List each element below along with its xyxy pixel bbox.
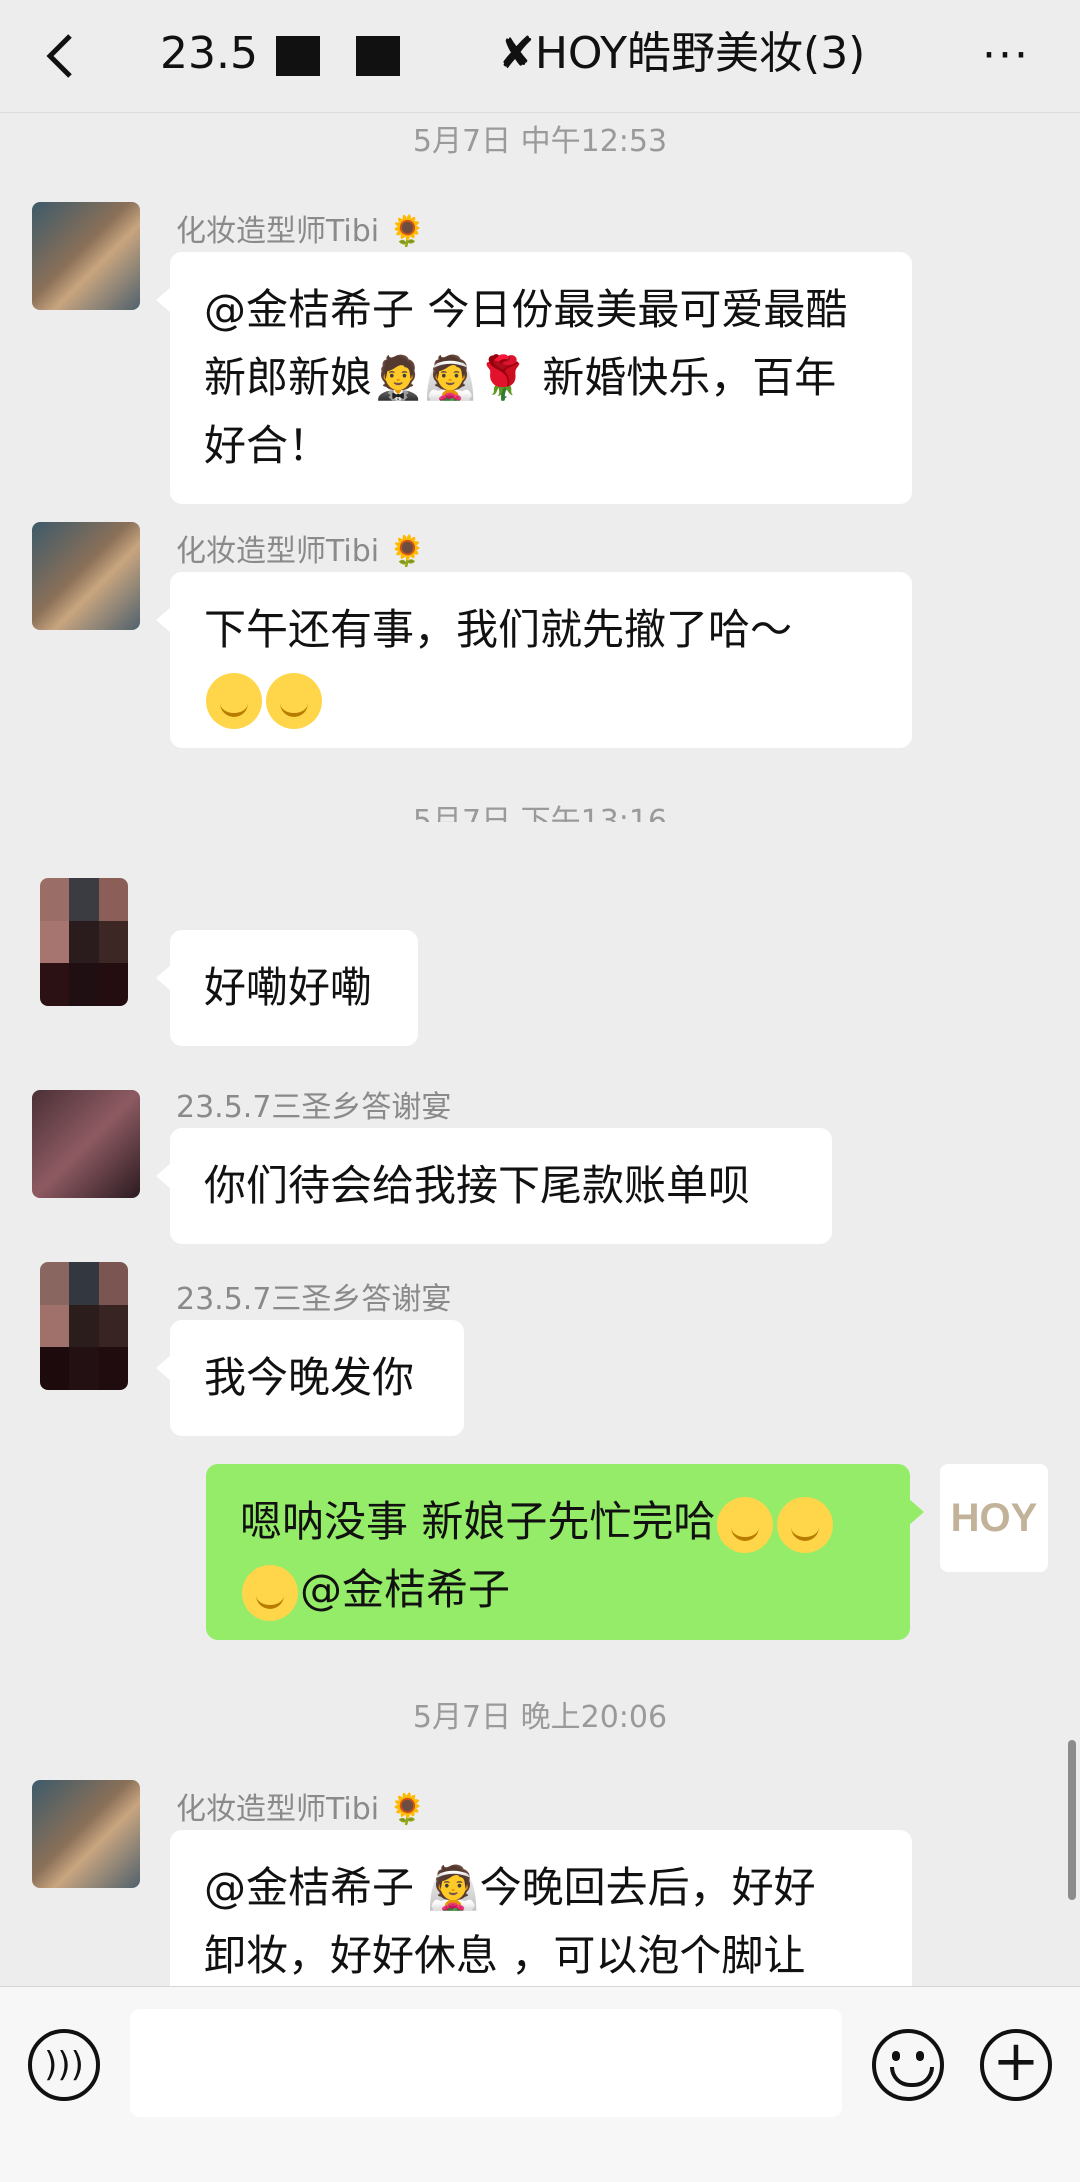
sender-name: 化妆造型师Tibi 🌻 (176, 534, 427, 569)
avatar-pixel (40, 878, 70, 921)
chat-title: 23.5 ✘HOY皓野美妆(3) (160, 22, 920, 86)
title-suffix: ✘HOY皓野美妆(3) (497, 28, 866, 79)
input-bar: ))) + (0, 1986, 1080, 2182)
avatar-pixel (98, 878, 128, 921)
message-bubble[interactable]: 下午还有事，我们就先撤了哈～ (156, 572, 912, 748)
avatar-pixel (69, 878, 99, 921)
self-avatar[interactable]: HOY (940, 1464, 1048, 1572)
avatar[interactable] (32, 1090, 140, 1198)
avatar[interactable] (32, 1780, 140, 1888)
avatar-pixel (69, 920, 99, 964)
self-message-bubble[interactable]: 嗯呐没事 新娘子先忙完哈 @金桔希子 (206, 1464, 924, 1640)
avatar-pixel (69, 1347, 99, 1390)
emoji-icon[interactable] (872, 2029, 944, 2101)
more-dots-icon[interactable]: ··· (976, 28, 1036, 84)
avatar[interactable] (40, 1262, 128, 1390)
avatar-pixel (40, 920, 70, 964)
sender-name: 化妆造型师Tibi 🌻 (176, 1792, 427, 1827)
avatar-pixel (40, 1304, 70, 1348)
timestamp: 5月7日 晚上20:06 (412, 1700, 668, 1735)
sender-name: 23.5.7三圣乡答谢宴 (176, 1090, 452, 1125)
scrollbar[interactable] (1068, 1740, 1076, 1900)
redacted-block (275, 36, 320, 76)
timestamp: 5月7日 中午12:53 (412, 124, 668, 159)
plus-icon[interactable]: + (980, 2029, 1052, 2101)
avatar-pixel (98, 1262, 128, 1305)
avatar-pixel (40, 1347, 70, 1390)
emoji-icon (266, 672, 322, 729)
message-bubble[interactable]: 你们待会给我接下尾款账单呗 (156, 1128, 832, 1244)
message-bubble[interactable]: @金桔希子 今日份最美最可爱最酷新郎新娘🤵👰🌹 新婚快乐，百年好合！ (156, 252, 912, 504)
sender-name: 化妆造型师Tibi 🌻 (176, 214, 427, 249)
emoji-icon (717, 1496, 774, 1553)
avatar[interactable] (40, 878, 128, 1006)
avatar-pixel (69, 963, 99, 1006)
voice-icon[interactable]: ))) (28, 2029, 100, 2101)
message-bubble[interactable]: 我今晚发你 (156, 1320, 464, 1436)
title-prefix: 23.5 (160, 28, 258, 79)
top-bar: 23.5 ✘HOY皓野美妆(3) ··· (0, 0, 1080, 113)
emoji-icon (777, 1496, 834, 1553)
avatar-pixel (40, 963, 70, 1006)
avatar-pixel (98, 920, 128, 964)
avatar-pixel (98, 963, 128, 1006)
back-chevron-icon[interactable] (32, 26, 92, 86)
sender-name: 23.5.7三圣乡答谢宴 (176, 1282, 452, 1317)
message-text: 下午还有事，我们就先撤了哈～ (204, 605, 793, 654)
avatar-pixel (40, 1262, 70, 1305)
redacted-block (355, 36, 400, 76)
avatar-pixel (69, 1304, 99, 1348)
message-input[interactable] (130, 2009, 842, 2117)
emoji-icon (242, 1564, 298, 1621)
message-bubble[interactable]: 好嘞好嘞 (156, 930, 418, 1046)
message-text: 卸妆，好好休息 ，可以泡个脚让 (204, 1931, 806, 1980)
avatar-pixel (98, 1304, 128, 1348)
avatar-pixel (98, 1347, 128, 1390)
avatar[interactable] (32, 522, 140, 630)
message-text: @金桔希子 👰今晚回去后，好好 (204, 1863, 816, 1912)
avatar[interactable] (32, 202, 140, 310)
message-text: @金桔希子 (300, 1565, 511, 1614)
avatar-pixel (69, 1262, 99, 1305)
emoji-icon (206, 672, 262, 729)
message-text: 嗯呐没事 新娘子先忙完哈 (240, 1497, 716, 1546)
timestamp: 5月7日 下午13:16 (412, 804, 668, 822)
